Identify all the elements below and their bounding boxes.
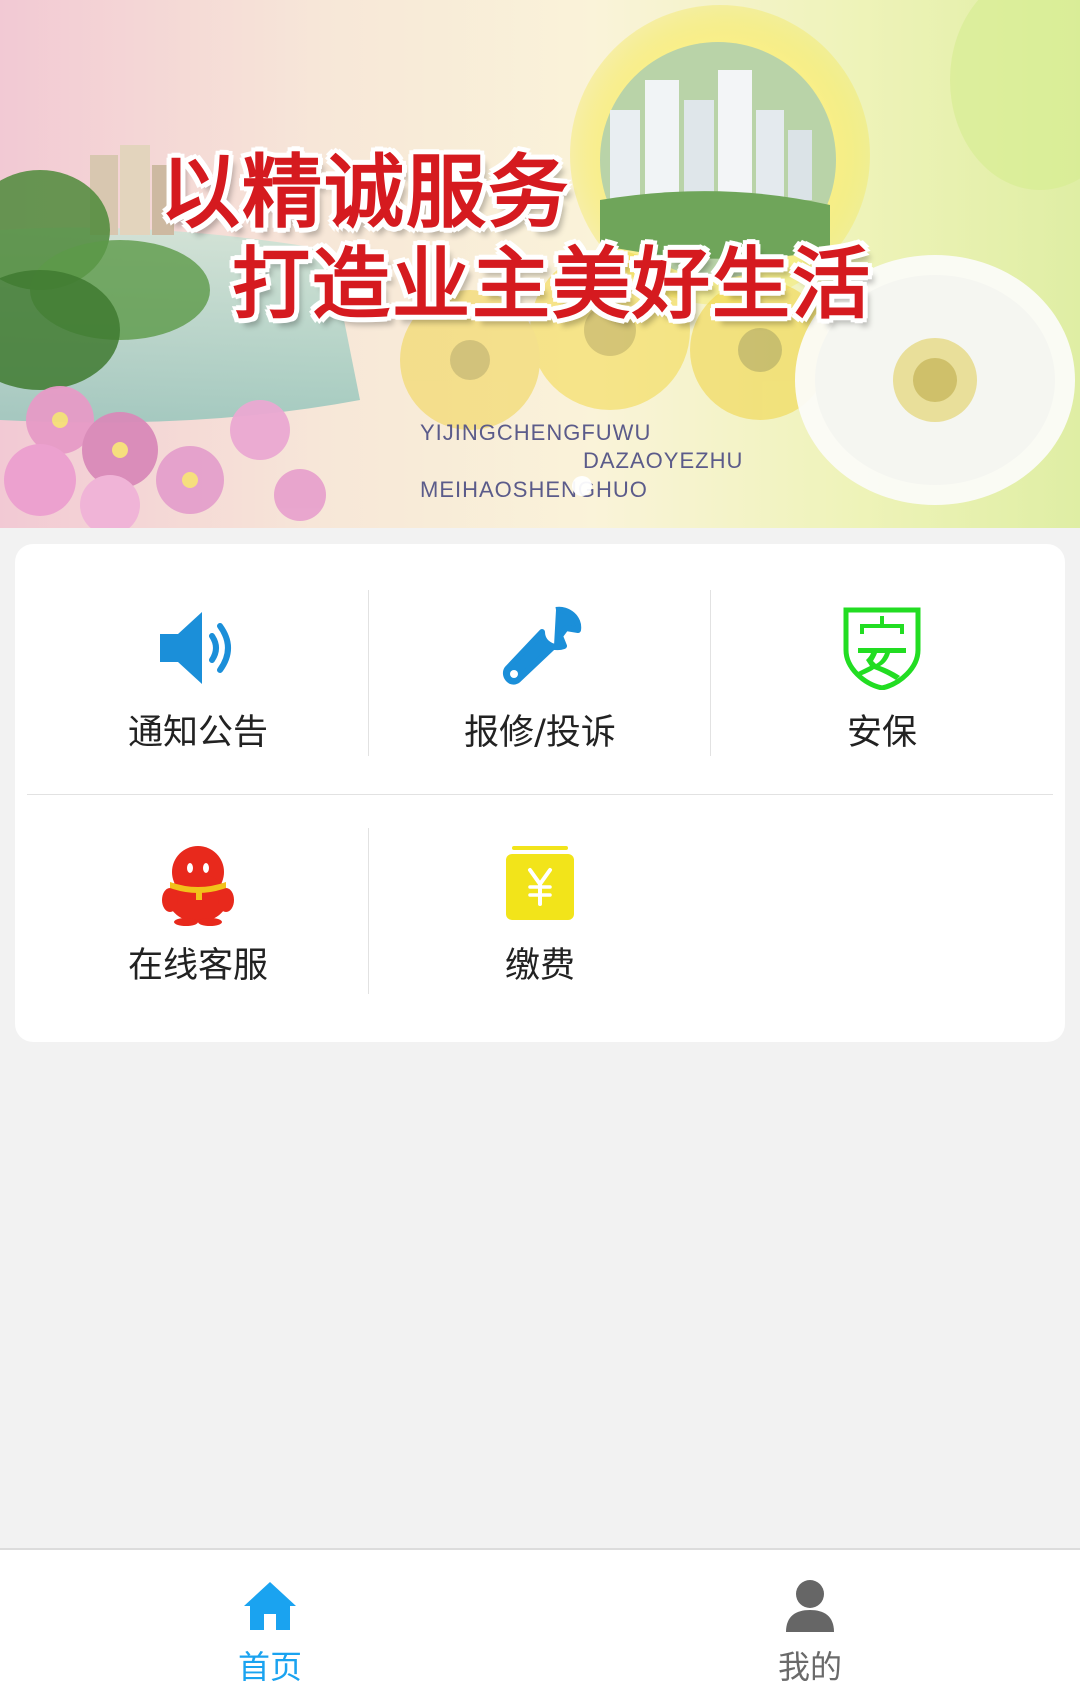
banner-pinyin-line1: YIJINGCHENGFUWU [420,420,652,445]
menu-item-label: 缴费 [504,946,575,986]
tab-mine[interactable]: 我的 [540,1550,1080,1701]
tab-home[interactable]: 首页 [0,1550,540,1701]
menu-item-notice[interactable]: 通知公告 [27,544,369,782]
tab-home-label: 首页 [237,1648,302,1686]
menu-item-label: 在线客服 [127,946,268,986]
menu-item-empty [711,782,1053,1020]
banner-slogan-line2: 打造业主美好生活 [232,240,873,330]
banner-carousel[interactable]: 以精诚服务 打造业主美好生活 YIJINGCHENGFUWU DAZAOYEZH… [0,0,1080,528]
bottom-tab-bar: 首页 我的 [0,1548,1080,1701]
banner-pinyin-line2: DAZAOYEZHU [583,448,744,473]
banner-pinyin-line3: MEIHAOSHENGHUO [420,477,648,502]
menu-row-2: 在线客服 缴费 [27,782,1053,1020]
menu-item-label: 通知公告 [127,713,268,753]
menu-item-repair-complaint[interactable]: 报修/投诉 [369,544,711,782]
speaker-icon [156,606,240,690]
security-shield-icon [840,606,924,690]
wrench-icon [498,606,582,690]
menu-item-payment[interactable]: 缴费 [369,782,711,1020]
app-root: 以精诚服务 打造业主美好生活 YIJINGCHENGFUWU DAZAOYEZH… [0,0,1080,1701]
home-icon [240,1576,300,1636]
payment-yuan-icon [498,842,582,926]
menu-item-security[interactable]: 安保 [711,544,1053,782]
user-icon [780,1576,840,1636]
menu-row-1: 通知公告 报修/投诉 安保 [27,544,1053,782]
function-menu-card: 通知公告 报修/投诉 安保 在线客服 缴费 [15,544,1065,1042]
carousel-indicator-dot[interactable] [572,476,592,496]
menu-item-online-service[interactable]: 在线客服 [27,782,369,1020]
tab-mine-label: 我的 [777,1648,842,1686]
menu-item-label: 安保 [846,713,917,753]
menu-item-label: 报修/投诉 [464,713,616,753]
qq-penguin-icon [156,842,240,926]
